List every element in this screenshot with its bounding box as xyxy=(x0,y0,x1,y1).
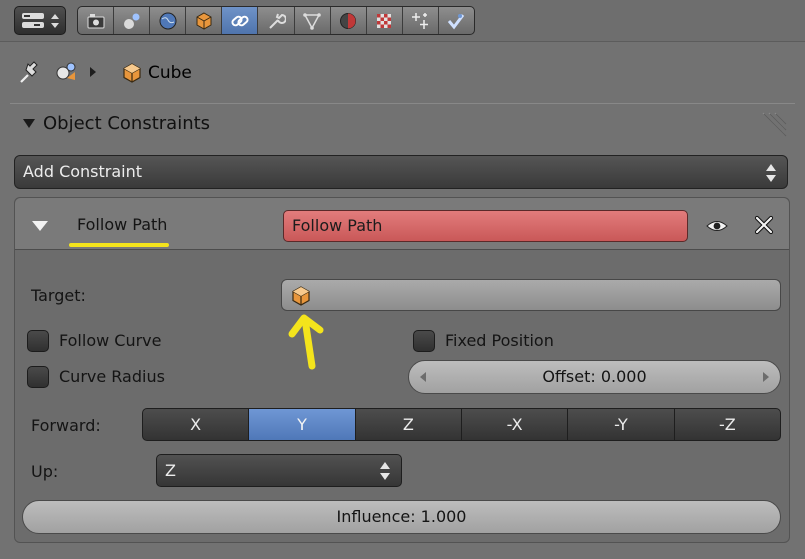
forward-axis-z[interactable]: Z xyxy=(356,409,462,440)
highlight-underline xyxy=(69,243,169,247)
tab-object[interactable] xyxy=(186,7,223,34)
tab-modifiers[interactable] xyxy=(258,7,295,34)
tab-render-layers[interactable] xyxy=(114,7,151,34)
up-axis-value: Z xyxy=(165,461,176,480)
offset-value: Offset: 0.000 xyxy=(542,367,647,386)
tab-world[interactable] xyxy=(150,7,187,34)
pin-icon[interactable] xyxy=(16,58,44,86)
close-icon[interactable] xyxy=(753,214,775,236)
offset-slider[interactable]: Offset: 0.000 xyxy=(408,360,781,394)
curve-radius-label: Curve Radius xyxy=(59,367,165,386)
follow-curve-label: Follow Curve xyxy=(59,331,162,350)
up-axis-dropdown[interactable]: Z xyxy=(156,454,402,487)
forward-axis-neg-x[interactable]: -X xyxy=(462,409,569,440)
influence-slider[interactable]: Influence: 1.000 xyxy=(22,500,781,534)
fixed-position-checkbox[interactable] xyxy=(413,330,435,352)
constraint-header: Follow Path Follow Path xyxy=(15,198,789,250)
up-down-arrows-icon xyxy=(380,462,390,480)
chevron-right-icon xyxy=(90,67,96,77)
breadcrumb-object-name: Cube xyxy=(148,63,192,83)
forward-axis-neg-z[interactable]: -Z xyxy=(675,409,780,440)
drag-handle-icon[interactable] xyxy=(757,109,787,139)
properties-editor-icon xyxy=(22,13,44,28)
target-label: Target: xyxy=(31,286,86,305)
fixed-position-label: Fixed Position xyxy=(445,331,554,350)
curve-radius-checkbox[interactable] xyxy=(27,366,49,388)
render-icon xyxy=(87,13,105,28)
particles-icon xyxy=(412,12,429,29)
forward-axis-x[interactable]: X xyxy=(143,409,250,440)
constraint-name-field[interactable]: Follow Path xyxy=(283,210,688,242)
panel-title: Object Constraints xyxy=(43,113,211,134)
tab-particles[interactable] xyxy=(403,7,439,34)
object-icon xyxy=(196,11,212,30)
cube-icon xyxy=(292,286,310,306)
annotation-arrow-icon xyxy=(288,314,324,370)
add-constraint-label: Add Constraint xyxy=(23,162,143,181)
render-layers-icon xyxy=(123,13,140,29)
properties-tab-bar xyxy=(0,0,805,42)
wrench-icon xyxy=(269,13,287,29)
constraint-name-value: Follow Path xyxy=(292,216,383,235)
object-data-icon xyxy=(56,62,76,80)
material-icon xyxy=(340,12,357,29)
add-constraint-dropdown[interactable]: Add Constraint xyxy=(14,155,788,189)
forward-axis-y[interactable]: Y xyxy=(249,409,356,440)
editor-type-menu[interactable] xyxy=(14,6,66,35)
texture-icon xyxy=(377,13,392,28)
forward-axis-neg-y[interactable]: -Y xyxy=(568,409,675,440)
tab-material[interactable] xyxy=(331,7,367,34)
up-down-arrows-icon xyxy=(51,14,59,28)
arrow-right-icon[interactable] xyxy=(762,372,769,382)
triangle-down-icon[interactable] xyxy=(31,220,49,232)
tab-texture[interactable] xyxy=(367,7,403,34)
follow-path-constraint: Follow Path Follow Path Target: Follow C… xyxy=(14,197,790,543)
tab-render[interactable] xyxy=(78,7,115,34)
target-field[interactable] xyxy=(281,279,781,311)
follow-curve-checkbox[interactable] xyxy=(27,330,49,352)
constraint-type-label: Follow Path xyxy=(77,215,168,234)
tab-data[interactable] xyxy=(295,7,331,34)
physics-icon xyxy=(448,13,465,29)
constraints-icon xyxy=(231,15,249,26)
up-label: Up: xyxy=(31,462,59,481)
triangle-down-icon xyxy=(23,119,35,128)
tab-constraints[interactable] xyxy=(222,7,259,34)
forward-axis-selector: X Y Z -X -Y -Z xyxy=(142,408,781,441)
up-down-arrows-icon xyxy=(766,164,776,182)
cube-icon xyxy=(123,63,141,83)
influence-value: Influence: 1.000 xyxy=(336,507,467,526)
forward-label: Forward: xyxy=(31,416,101,435)
context-tabs xyxy=(77,6,475,35)
tab-physics[interactable] xyxy=(439,7,474,34)
world-icon xyxy=(159,12,177,29)
object-constraints-panel-header[interactable]: Object Constraints xyxy=(10,103,795,143)
mesh-data-icon xyxy=(303,12,321,30)
eye-icon[interactable] xyxy=(705,216,729,236)
